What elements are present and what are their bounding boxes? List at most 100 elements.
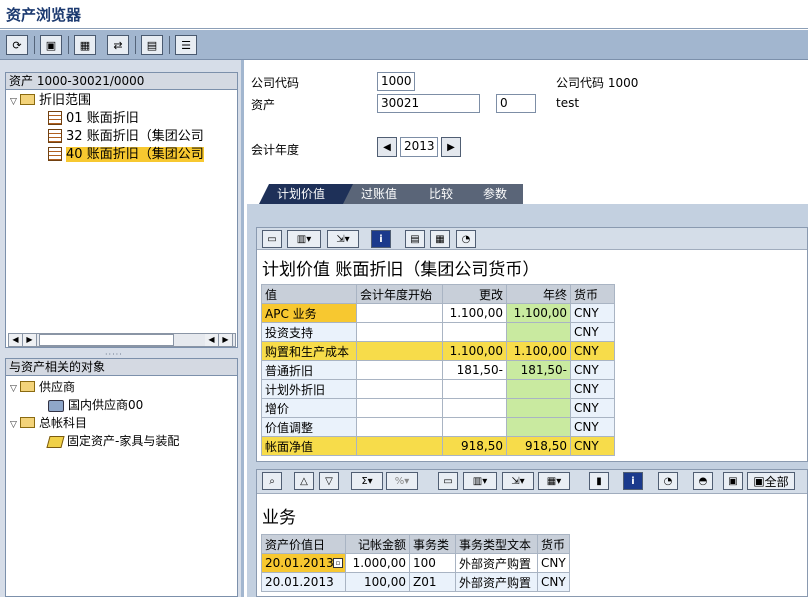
currency-cell[interactable]: CNY xyxy=(537,553,570,573)
end-cell[interactable] xyxy=(506,322,571,342)
tree-item-40[interactable]: 40 账面折旧（集团公司 xyxy=(48,146,236,164)
table-row[interactable]: 20.01.2013 100,00 Z01 外部资产购置 CNY xyxy=(261,572,570,592)
transaction-text-cell[interactable]: 外部资产购置 xyxy=(455,572,538,592)
print-icon[interactable]: ▭ xyxy=(438,472,458,490)
column-header[interactable]: 货币 xyxy=(537,534,570,554)
details-icon[interactable]: ▭ xyxy=(262,230,282,248)
start-cell[interactable] xyxy=(356,360,443,380)
fiscal-year-field[interactable]: 2013 xyxy=(400,137,438,157)
currency-cell[interactable]: CNY xyxy=(570,436,615,456)
tab-parameters[interactable]: 参数 xyxy=(465,184,523,204)
currency-cell[interactable]: CNY xyxy=(570,379,615,399)
table-row[interactable]: 帐面净值 918,50 918,50 CNY xyxy=(261,436,615,456)
company-code-field[interactable]: 1000 xyxy=(377,72,415,91)
tree-node-depreciation-area[interactable]: ▽ 折旧范围 xyxy=(10,92,91,110)
value-name-cell[interactable]: 购置和生产成本 xyxy=(261,341,357,361)
column-header[interactable]: 会计年度开始 xyxy=(356,284,443,304)
end-cell[interactable]: 1.100,00 xyxy=(506,303,571,323)
currency-cell[interactable]: CNY xyxy=(537,572,570,592)
table-row[interactable]: 20.01.2013 ▫ 1.000,00 100 外部资产购置 CNY xyxy=(261,553,570,573)
tree-node-vendor[interactable]: ▽ 供应商 xyxy=(10,378,75,396)
change-cell[interactable]: 1.100,00 xyxy=(442,341,507,361)
list-icon[interactable]: ☰ xyxy=(175,35,197,55)
info-icon[interactable]: i xyxy=(623,472,643,490)
end-cell[interactable] xyxy=(506,417,571,437)
cap-icon[interactable]: ◓ xyxy=(693,472,713,490)
end-cell[interactable]: 181,50- xyxy=(506,360,571,380)
save-icon[interactable]: ▣ xyxy=(40,35,62,55)
currency-cell[interactable]: CNY xyxy=(570,303,615,323)
value-name-cell[interactable]: 帐面净值 xyxy=(261,436,357,456)
amount-cell[interactable]: 100,00 xyxy=(345,572,410,592)
sum-dropdown-icon[interactable]: Σ▾ xyxy=(351,472,383,490)
export-dropdown-icon[interactable]: ⇲▾ xyxy=(327,230,359,248)
table-row[interactable]: 购置和生产成本 1.100,00 1.100,00 CNY xyxy=(261,341,615,361)
transaction-type-cell[interactable]: Z01 xyxy=(409,572,456,592)
start-cell[interactable] xyxy=(356,417,443,437)
all-items-button[interactable]: ▣ 全部 xyxy=(747,472,795,490)
asset-subnumber-field[interactable]: 0 xyxy=(496,94,536,113)
currency-cell[interactable]: CNY xyxy=(570,398,615,418)
change-cell[interactable] xyxy=(442,322,507,342)
change-cell[interactable] xyxy=(442,398,507,418)
start-cell[interactable] xyxy=(356,322,443,342)
change-cell[interactable]: 1.100,00 xyxy=(442,303,507,323)
amount-cell[interactable]: 1.000,00 xyxy=(345,553,410,573)
asset-number-field[interactable]: 30021 xyxy=(377,94,480,113)
currency-cell[interactable]: CNY xyxy=(570,322,615,342)
search-icon[interactable]: ⌕ xyxy=(262,472,282,490)
filter-icon[interactable]: ▽ xyxy=(319,472,339,490)
table-row[interactable]: APC 业务 1.100,00 1.100,00 CNY xyxy=(261,303,615,323)
export-dropdown-icon[interactable]: ⇲▾ xyxy=(502,472,534,490)
column-header[interactable]: 记帐金额 xyxy=(345,534,410,554)
transaction-text-cell[interactable]: 外部资产购置 xyxy=(455,553,538,573)
table-row[interactable]: 价值调整 CNY xyxy=(261,417,615,437)
column-header[interactable]: 事务类型文本 xyxy=(455,534,538,554)
table-row[interactable]: 普通折旧 181,50- 181,50- CNY xyxy=(261,360,615,380)
end-cell[interactable]: 1.100,00 xyxy=(506,341,571,361)
currency-cell[interactable]: CNY xyxy=(570,360,615,380)
value-name-cell[interactable]: 投资支持 xyxy=(261,322,357,342)
transaction-type-cell[interactable]: 100 xyxy=(409,553,456,573)
currency-cell[interactable]: CNY xyxy=(570,341,615,361)
scroll-thumb[interactable] xyxy=(39,334,174,346)
value-date-cell[interactable]: 20.01.2013 ▫ xyxy=(261,553,346,573)
view-dropdown-icon[interactable]: ▥▾ xyxy=(287,230,321,248)
value-name-cell[interactable]: 普通折旧 xyxy=(261,360,357,380)
currency-cell[interactable]: CNY xyxy=(570,417,615,437)
value-name-cell[interactable]: 计划外折旧 xyxy=(261,379,357,399)
start-cell[interactable] xyxy=(356,398,443,418)
scroll-right-icon[interactable]: ▶ xyxy=(23,334,37,346)
column-header[interactable]: 货币 xyxy=(570,284,615,304)
start-cell[interactable] xyxy=(356,436,443,456)
expand-icon[interactable]: ▽ xyxy=(10,93,20,111)
end-cell[interactable] xyxy=(506,398,571,418)
column-header[interactable]: 年终 xyxy=(506,284,571,304)
calculator-icon[interactable]: ▦ xyxy=(430,230,450,248)
change-cell[interactable]: 181,50- xyxy=(442,360,507,380)
subtotal-dropdown-icon[interactable]: %▾ xyxy=(386,472,418,490)
tree-item-32[interactable]: 32 账面折旧（集团公司 xyxy=(48,128,204,146)
end-cell[interactable] xyxy=(506,379,571,399)
value-name-cell[interactable]: APC 业务 xyxy=(261,303,357,323)
column-header[interactable]: 值 xyxy=(261,284,357,304)
change-cell[interactable] xyxy=(442,379,507,399)
tree-node-gl-account[interactable]: ▽ 总帐科目 xyxy=(10,414,87,432)
tree-item-vendor[interactable]: 国内供应商00 xyxy=(48,396,143,414)
value-name-cell[interactable]: 价值调整 xyxy=(261,417,357,437)
previous-year-button[interactable]: ◀ xyxy=(377,137,397,157)
hierarchy-icon[interactable]: ▣ xyxy=(723,472,743,490)
tree-item-01[interactable]: 01 账面折旧 xyxy=(48,110,139,128)
table-row[interactable]: 计划外折旧 CNY xyxy=(261,379,615,399)
view-dropdown-icon[interactable]: ▥▾ xyxy=(463,472,497,490)
next-year-button[interactable]: ▶ xyxy=(441,137,461,157)
start-cell[interactable] xyxy=(356,341,443,361)
tree-horizontal-scrollbar[interactable]: ◀ ▶ ◀ ▶ xyxy=(8,333,236,347)
change-cell[interactable]: 918,50 xyxy=(442,436,507,456)
print-preview-icon[interactable]: ▤ xyxy=(405,230,425,248)
documents-icon[interactable]: ◔ xyxy=(658,472,678,490)
layout-dropdown-icon[interactable]: ▦▾ xyxy=(538,472,570,490)
value-name-cell[interactable]: 增价 xyxy=(261,398,357,418)
refresh-icon[interactable]: ⟳ xyxy=(6,35,28,55)
end-cell[interactable]: 918,50 xyxy=(506,436,571,456)
